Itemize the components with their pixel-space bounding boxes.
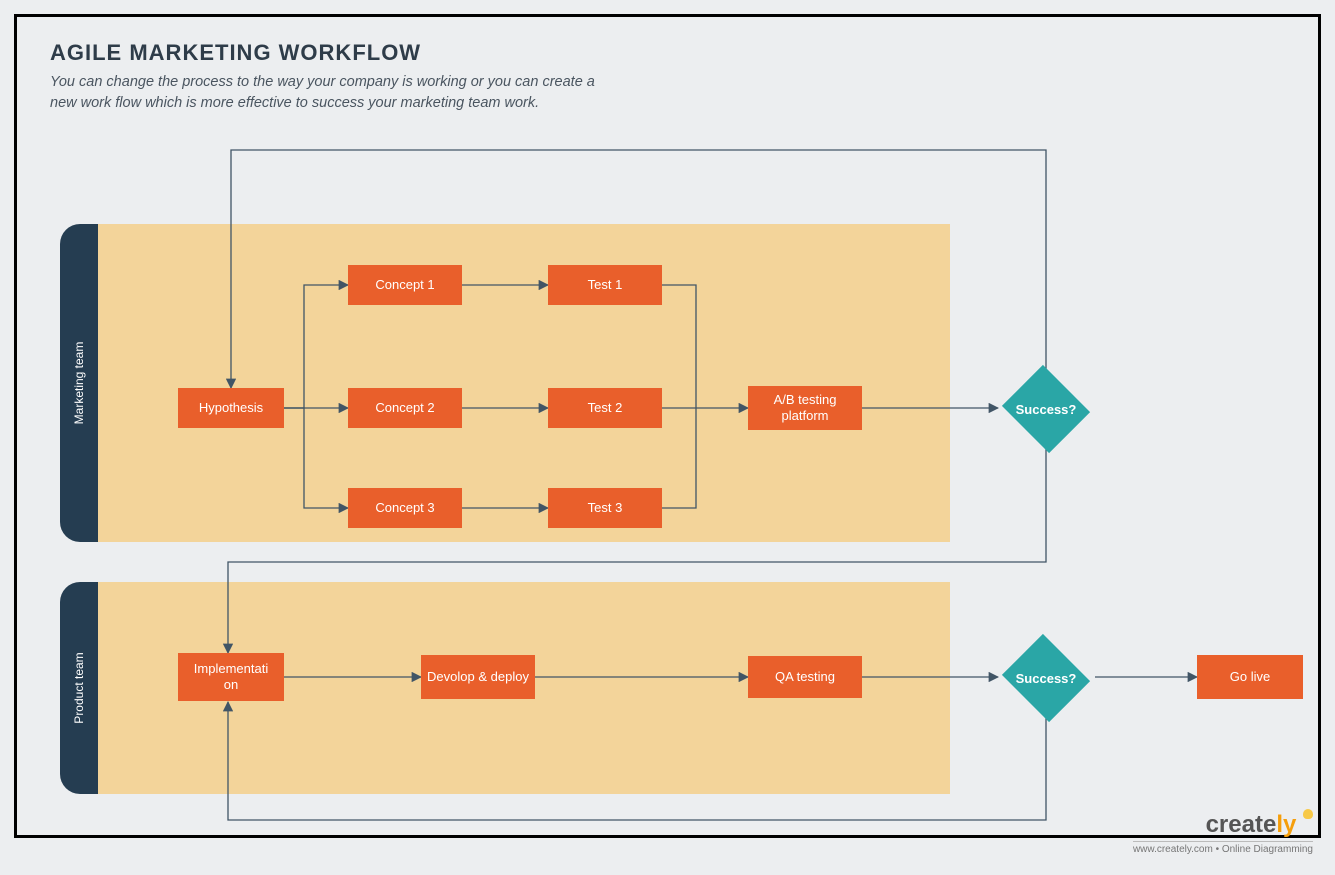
node-test-1[interactable]: Test 1 — [548, 265, 662, 305]
node-dev-deploy[interactable]: Devolop & deploy — [421, 655, 535, 699]
brand-text-a: create — [1206, 811, 1277, 838]
lane-label-product: Product team — [72, 652, 86, 723]
node-concept-2[interactable]: Concept 2 — [348, 388, 462, 428]
node-hypothesis[interactable]: Hypothesis — [178, 388, 284, 428]
page-subtitle: You can change the process to the way yo… — [50, 72, 620, 114]
node-concept-3[interactable]: Concept 3 — [348, 488, 462, 528]
footer-brand: creately www.creately.com • Online Diagr… — [1133, 811, 1313, 855]
node-go-live[interactable]: Go live — [1197, 655, 1303, 699]
page: AGILE MARKETING WORKFLOW You can change … — [0, 0, 1335, 875]
node-test-2[interactable]: Test 2 — [548, 388, 662, 428]
lane-tab-product: Product team — [60, 582, 98, 794]
node-qa-testing[interactable]: QA testing — [748, 656, 862, 698]
brand-tagline: www.creately.com • Online Diagramming — [1133, 841, 1313, 855]
node-ab-testing[interactable]: A/B testing platform — [748, 386, 862, 430]
page-title: AGILE MARKETING WORKFLOW — [50, 40, 421, 66]
brand-logo: creately — [1133, 811, 1313, 839]
node-test-3[interactable]: Test 3 — [548, 488, 662, 528]
lane-label-marketing: Marketing team — [72, 342, 86, 425]
node-success-1-label: Success? — [996, 378, 1096, 440]
node-implementation[interactable]: Implementati on — [178, 653, 284, 701]
node-success-2[interactable]: Success? — [996, 647, 1096, 709]
node-success-1[interactable]: Success? — [996, 378, 1096, 440]
lane-tab-marketing: Marketing team — [60, 224, 98, 542]
lane-body-marketing — [98, 224, 950, 542]
node-success-2-label: Success? — [996, 647, 1096, 709]
node-concept-1[interactable]: Concept 1 — [348, 265, 462, 305]
brand-text-b: ly — [1276, 811, 1296, 838]
bulb-icon — [1303, 809, 1313, 819]
